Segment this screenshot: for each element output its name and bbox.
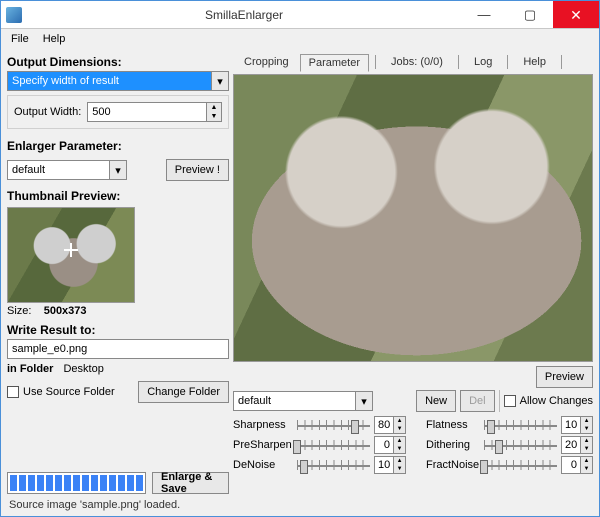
- titlebar: SmillaEnlarger — ▢ ✕: [1, 1, 599, 29]
- statusbar: Source image 'sample.png' loaded.: [1, 496, 599, 516]
- thumbnail-preview[interactable]: [7, 207, 135, 303]
- dithering-label: Dithering: [426, 439, 480, 451]
- tab-cropping[interactable]: Cropping: [235, 53, 298, 71]
- denoise-value[interactable]: 10▲▼: [374, 456, 406, 474]
- thumbnail-title: Thumbnail Preview:: [7, 189, 229, 203]
- fractnoise-label: FractNoise: [426, 459, 480, 471]
- left-panel: Output Dimensions: Specify width of resu…: [7, 53, 229, 494]
- output-width-row: Output Width: ▲▼: [7, 95, 229, 129]
- change-folder-button[interactable]: Change Folder: [138, 381, 229, 403]
- menu-file[interactable]: File: [5, 32, 35, 46]
- tab-separator: [507, 55, 508, 69]
- preset-combo[interactable]: default ▾: [233, 391, 373, 411]
- denoise-label: DeNoise: [233, 459, 293, 471]
- output-dimensions-title: Output Dimensions:: [7, 55, 229, 69]
- tab-separator: [375, 55, 376, 69]
- allow-changes-checkbox[interactable]: Allow Changes: [504, 395, 593, 407]
- checkbox-box-icon: [504, 395, 516, 407]
- checkbox-box-icon: [7, 386, 19, 398]
- output-dimensions-value: Specify width of result: [8, 75, 211, 87]
- tab-parameter[interactable]: Parameter: [300, 54, 369, 72]
- output-width-spin[interactable]: ▲▼: [87, 102, 222, 122]
- preview2-button[interactable]: Preview: [536, 366, 593, 388]
- app-window: SmillaEnlarger — ▢ ✕ File Help Output Di…: [0, 0, 600, 517]
- parameter-grid: Sharpness 80▲▼ Flatness 10▲▼ PreSharpen …: [233, 416, 593, 474]
- enlarger-parameter-value: default: [8, 164, 109, 176]
- tab-jobs[interactable]: Jobs: (0/0): [382, 53, 452, 71]
- content: Output Dimensions: Specify width of resu…: [1, 49, 599, 496]
- in-folder-label: in Folder: [7, 363, 53, 375]
- output-filename-input[interactable]: sample_e0.png: [7, 339, 229, 359]
- thumbnail-size-line: Size: 500x373: [7, 305, 229, 317]
- parameter-controls: Preview default ▾ New Del Allow Changes: [233, 366, 593, 474]
- output-width-input[interactable]: [88, 103, 206, 121]
- dithering-slider[interactable]: [484, 436, 557, 454]
- tab-bar: Cropping Parameter Jobs: (0/0) Log Help: [233, 53, 593, 71]
- right-panel: Cropping Parameter Jobs: (0/0) Log Help …: [233, 53, 593, 494]
- enlarger-parameter-title: Enlarger Parameter:: [7, 139, 229, 153]
- preset-value: default: [234, 395, 355, 407]
- close-button[interactable]: ✕: [553, 1, 599, 28]
- delete-preset-button: Del: [460, 390, 495, 412]
- preview-area[interactable]: [233, 74, 593, 362]
- tab-help[interactable]: Help: [514, 53, 555, 71]
- app-icon: [6, 7, 22, 23]
- chevron-down-icon: ▾: [109, 161, 126, 179]
- enlarge-save-button[interactable]: Enlarge & Save: [152, 472, 229, 494]
- presharpen-value[interactable]: 0▲▼: [374, 436, 406, 454]
- flatness-slider[interactable]: [484, 416, 557, 434]
- size-label: Size:: [7, 305, 31, 317]
- flatness-label: Flatness: [426, 419, 480, 431]
- fractnoise-value[interactable]: 0▲▼: [561, 456, 593, 474]
- chevron-down-icon: ▾: [211, 72, 228, 90]
- window-title: SmillaEnlarger: [27, 8, 461, 22]
- fractnoise-slider[interactable]: [484, 456, 557, 474]
- presharpen-label: PreSharpen: [233, 439, 293, 451]
- sharpness-slider[interactable]: [297, 416, 370, 434]
- folder-row: in Folder Desktop: [7, 363, 229, 375]
- progress-bar: [7, 472, 146, 494]
- use-source-folder-checkbox[interactable]: Use Source Folder: [7, 386, 115, 398]
- use-source-folder-label: Use Source Folder: [23, 386, 115, 398]
- spin-buttons[interactable]: ▲▼: [206, 103, 221, 121]
- presharpen-slider[interactable]: [297, 436, 370, 454]
- tab-separator: [561, 55, 562, 69]
- window-buttons: — ▢ ✕: [461, 1, 599, 28]
- folder-value: Desktop: [63, 363, 103, 375]
- sharpness-label: Sharpness: [233, 419, 293, 431]
- minimize-button[interactable]: —: [461, 1, 507, 28]
- chevron-down-icon: ▾: [355, 392, 372, 410]
- write-result-title: Write Result to:: [7, 323, 229, 337]
- crosshair-icon: [64, 243, 78, 257]
- menu-help[interactable]: Help: [37, 32, 72, 46]
- allow-changes-label: Allow Changes: [520, 395, 593, 407]
- dithering-value[interactable]: 20▲▼: [561, 436, 593, 454]
- enlarger-parameter-combo[interactable]: default ▾: [7, 160, 127, 180]
- tab-separator: [458, 55, 459, 69]
- output-dimensions-combo[interactable]: Specify width of result ▾: [7, 71, 229, 91]
- size-value: 500x373: [44, 305, 87, 317]
- output-width-label: Output Width:: [14, 106, 81, 118]
- preview-image: [234, 75, 592, 361]
- sharpness-value[interactable]: 80▲▼: [374, 416, 406, 434]
- menubar: File Help: [1, 29, 599, 49]
- preview-button[interactable]: Preview !: [166, 159, 229, 181]
- denoise-slider[interactable]: [297, 456, 370, 474]
- flatness-value[interactable]: 10▲▼: [561, 416, 593, 434]
- new-preset-button[interactable]: New: [416, 390, 456, 412]
- maximize-button[interactable]: ▢: [507, 1, 553, 28]
- tab-log[interactable]: Log: [465, 53, 501, 71]
